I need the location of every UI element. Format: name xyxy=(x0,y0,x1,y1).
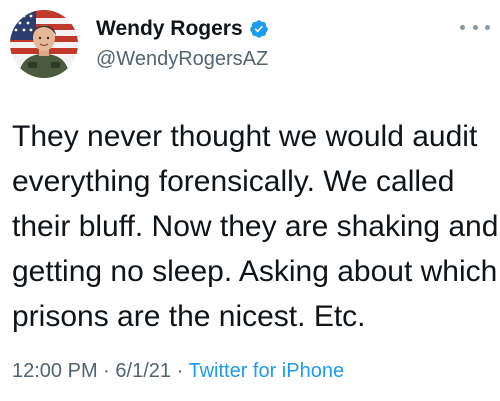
tweet-card: Wendy Rogers @WendyRogersAZ They never t… xyxy=(0,0,500,401)
meta-separator: · xyxy=(176,360,184,382)
more-dot xyxy=(485,24,490,30)
verified-badge-icon xyxy=(249,19,269,39)
tweet-text-line: prisons are the nicest. Etc. xyxy=(12,300,366,333)
tweet-date[interactable]: 6/1/21 xyxy=(115,360,171,382)
tweet-meta: 12:00 PM · 6/1/21 · Twitter for iPhone xyxy=(12,360,344,383)
more-dot xyxy=(460,24,465,30)
more-dot xyxy=(472,24,478,30)
tweet-text: They never thought we would audit everyt… xyxy=(12,114,499,339)
profile-photo-icon xyxy=(10,10,78,78)
tweet-text-line: their bluff. Now they are shaking and xyxy=(12,210,499,243)
tweet-text-line: everything forensically. We called xyxy=(12,165,455,198)
user-handle[interactable]: @WendyRogersAZ xyxy=(96,48,269,71)
more-options-icon[interactable] xyxy=(460,18,490,36)
tweet-text-line: They never thought we would audit xyxy=(12,120,478,153)
tweet-text-line: getting no sleep. Asking about which xyxy=(12,255,498,288)
tweet-time[interactable]: 12:00 PM xyxy=(12,360,98,382)
meta-separator: · xyxy=(103,360,110,382)
avatar[interactable] xyxy=(10,10,78,78)
author-block: Wendy Rogers @WendyRogersAZ xyxy=(96,16,269,71)
display-name[interactable]: Wendy Rogers xyxy=(96,17,243,41)
tweet-source-link[interactable]: Twitter for iPhone xyxy=(188,360,344,382)
name-row: Wendy Rogers xyxy=(96,16,269,42)
